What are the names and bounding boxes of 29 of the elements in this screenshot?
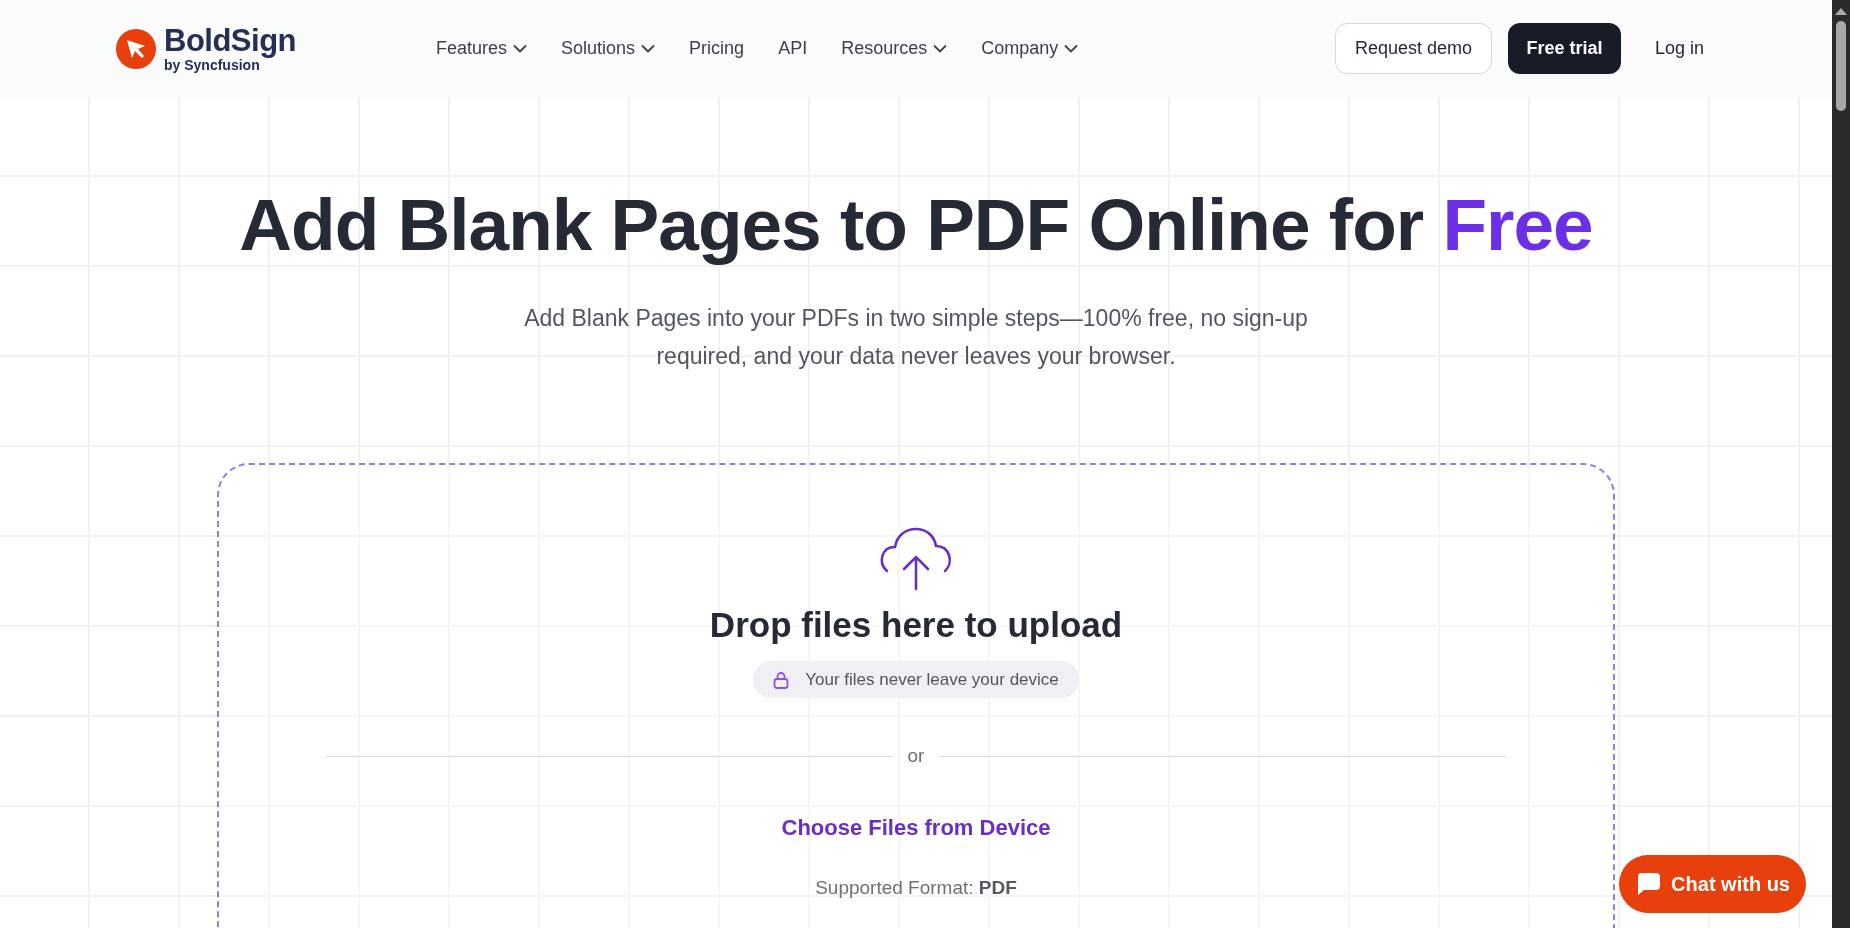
divider-label: or xyxy=(907,745,925,767)
nav-link[interactable]: Company xyxy=(981,38,1079,59)
logo-icon xyxy=(116,28,156,69)
primary-button[interactable]: Free trial xyxy=(1507,23,1621,74)
privacy-note: Your files never leave your device xyxy=(805,669,1059,690)
nav-link[interactable]: Features xyxy=(436,38,528,59)
nav-link[interactable]: Resources xyxy=(841,38,948,59)
page-title: Add Blank Pages to PDF Online for Free xyxy=(239,183,1593,267)
chevron-down-icon xyxy=(1064,44,1079,53)
chat-button[interactable]: Chat with us xyxy=(1619,855,1806,913)
supported-format: Supported Format: PDF xyxy=(815,877,1017,899)
chevron-down-icon xyxy=(933,44,948,53)
choose-files-link[interactable]: Choose Files from Device xyxy=(781,815,1051,841)
login-link[interactable]: Log in xyxy=(1636,23,1722,74)
brand-name: BoldSign xyxy=(164,24,297,57)
brand-tagline: by Syncfusion xyxy=(164,56,260,73)
page-subtitle: Add Blank Pages into your PDFs in two simple steps—100% free, no sign-up required, and your data never leaves your browser. xyxy=(523,304,1309,371)
upload-dropzone[interactable]: Drop files here to upload Your files never leave your device or Choose Files from Device Supported Format: PDF xyxy=(217,463,1615,928)
scrollbar[interactable] xyxy=(1832,0,1850,928)
nav-link[interactable]: API xyxy=(778,38,808,59)
nav-link[interactable]: Solutions xyxy=(561,38,656,59)
chevron-down-icon xyxy=(641,44,656,53)
cloud-upload-icon xyxy=(878,527,954,591)
lock-icon xyxy=(773,670,790,689)
chevron-down-icon xyxy=(513,44,528,53)
dropzone-heading: Drop files here to upload xyxy=(709,605,1123,645)
chat-bubble-icon xyxy=(1635,872,1662,896)
nav-link[interactable]: Pricing xyxy=(689,38,745,59)
secondary-button[interactable]: Request demo xyxy=(1334,23,1492,74)
